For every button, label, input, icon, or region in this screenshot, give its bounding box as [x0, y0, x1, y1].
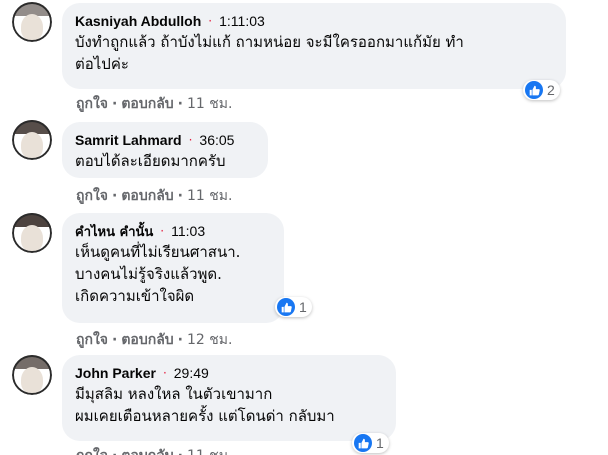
- video-timestamp[interactable]: 1:11:03: [219, 13, 265, 29]
- like-link[interactable]: ถูกใจ: [76, 445, 108, 455]
- comment-text-line: บังทำถูกแล้ว ถ้าบังไม่แก้ ถามหน่อย จะมีใ…: [75, 33, 464, 51]
- dot-separator-icon: ·: [162, 366, 167, 380]
- comment-text-line: บางคนไม่รู้จริงแล้วพูด.: [75, 265, 222, 283]
- reply-link[interactable]: ตอบกลับ: [121, 185, 173, 207]
- comment-text-line: มีมุสลิม หลงใหล ในตัวเขามาก: [75, 385, 273, 403]
- comment-age[interactable]: 11 ชม.: [187, 93, 232, 115]
- comment-bubble: John Parker · 29:49 มีมุสลิม หลงใหล ในตั…: [62, 355, 396, 441]
- reaction-count: 2: [547, 82, 555, 98]
- reaction-summary[interactable]: 1: [352, 433, 389, 453]
- like-link[interactable]: ถูกใจ: [76, 185, 108, 207]
- comment-bubble: คำไหน คำนั้น · 11:03 เห็นดูคนที่ไม่เรียน…: [62, 213, 284, 323]
- comment-age[interactable]: 12 ชม.: [187, 329, 232, 351]
- dot-separator-icon: ·: [177, 332, 183, 348]
- video-timestamp[interactable]: 11:03: [171, 223, 205, 239]
- avatar[interactable]: [12, 2, 52, 42]
- comment-text-line: ต่อไปค่ะ: [75, 55, 129, 73]
- like-thumb-icon: [525, 81, 543, 99]
- dot-separator-icon: ·: [177, 188, 183, 204]
- comment-text-line: เกิดความเข้าใจผิด: [75, 287, 195, 305]
- avatar[interactable]: [12, 355, 52, 395]
- comment-text-line: ผมเคยเตือนหลายครั้ง แต่โดนด่า กลับมา: [75, 407, 335, 425]
- author-name[interactable]: Samrit Lahmard: [75, 132, 182, 148]
- reaction-count: 1: [376, 435, 384, 451]
- comment-bubble: Samrit Lahmard · 36:05 ตอบได้ละเอียดมากค…: [62, 122, 268, 178]
- video-timestamp[interactable]: 29:49: [174, 365, 209, 381]
- avatar-border: [12, 120, 52, 160]
- reaction-count: 1: [299, 299, 307, 315]
- dot-separator-icon: ·: [112, 96, 118, 112]
- dot-separator-icon: ·: [112, 332, 118, 348]
- comment-age[interactable]: 11 ชม.: [187, 445, 232, 455]
- avatar-border: [12, 2, 52, 42]
- reply-link[interactable]: ตอบกลับ: [121, 93, 173, 115]
- comment-meta: คำไหน คำนั้น · 11:03: [75, 221, 270, 241]
- dot-separator-icon: ·: [112, 448, 117, 455]
- dot-separator-icon: ·: [208, 14, 213, 28]
- like-link[interactable]: ถูกใจ: [76, 93, 108, 115]
- reply-link[interactable]: ตอบกลับ: [121, 329, 173, 351]
- comment-text-line: เห็นดูคนที่ไม่เรียนศาสนา.: [75, 243, 241, 261]
- comment-age[interactable]: 11 ชม.: [187, 185, 232, 207]
- avatar-border: [12, 355, 52, 395]
- comment-actions: ถูกใจ · ตอบกลับ · 11 ชม.: [76, 93, 232, 115]
- reaction-summary[interactable]: 2: [523, 80, 560, 100]
- comment-text-line: ตอบได้ละเอียดมากครับ: [75, 152, 226, 170]
- like-thumb-icon: [277, 298, 295, 316]
- comment-meta: John Parker · 29:49: [75, 363, 382, 383]
- dot-separator-icon: ·: [188, 133, 193, 147]
- comment-actions: ถูกใจ · ตอบกลับ · 11 ชม.: [76, 185, 232, 207]
- avatar[interactable]: [12, 120, 52, 160]
- comment-bubble: Kasniyah Abdulloh · 1:11:03 บังทำถูกแล้ว…: [62, 3, 566, 89]
- dot-separator-icon: ·: [112, 188, 118, 204]
- comment-meta: Samrit Lahmard · 36:05: [75, 130, 254, 150]
- comment-actions: ถูกใจ · ตอบกลับ · 11 ชม.: [76, 445, 232, 455]
- dot-separator-icon: ·: [160, 224, 165, 238]
- comment-meta: Kasniyah Abdulloh · 1:11:03: [75, 11, 552, 31]
- avatar-border: [12, 213, 52, 253]
- like-link[interactable]: ถูกใจ: [76, 329, 108, 351]
- avatar[interactable]: [12, 213, 52, 253]
- dot-separator-icon: ·: [177, 96, 183, 112]
- reaction-summary[interactable]: 1: [275, 297, 312, 317]
- author-name[interactable]: Kasniyah Abdulloh: [75, 13, 201, 29]
- author-name[interactable]: คำไหน คำนั้น: [75, 221, 153, 242]
- comment-actions: ถูกใจ · ตอบกลับ · 12 ชม.: [76, 329, 232, 351]
- reply-link[interactable]: ตอบกลับ: [121, 445, 173, 455]
- dot-separator-icon: ·: [178, 448, 183, 455]
- author-name[interactable]: John Parker: [75, 365, 156, 381]
- like-thumb-icon: [354, 434, 372, 452]
- video-timestamp[interactable]: 36:05: [199, 132, 234, 148]
